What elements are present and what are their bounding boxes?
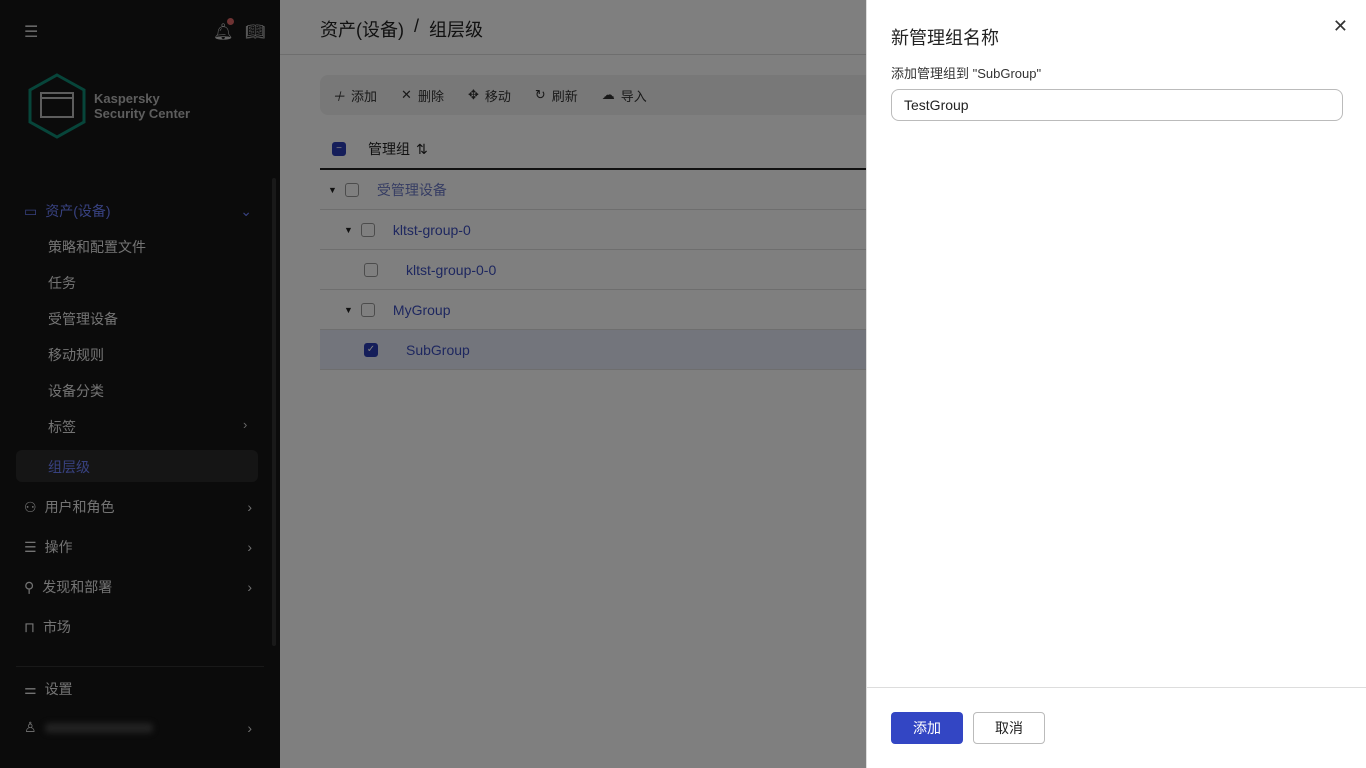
cancel-button[interactable]: 取消 xyxy=(973,712,1045,744)
panel-title: 新管理组名称 xyxy=(891,24,999,50)
divider xyxy=(867,687,1366,688)
new-group-panel: 新管理组名称 ✕ 添加管理组到 "SubGroup" 添加 取消 xyxy=(866,0,1366,768)
add-button[interactable]: 添加 xyxy=(891,712,963,744)
group-name-label: 添加管理组到 "SubGroup" xyxy=(891,63,1041,82)
group-name-input[interactable] xyxy=(891,89,1343,121)
modal-backdrop[interactable] xyxy=(0,0,866,768)
close-icon[interactable]: ✕ xyxy=(1333,16,1348,37)
